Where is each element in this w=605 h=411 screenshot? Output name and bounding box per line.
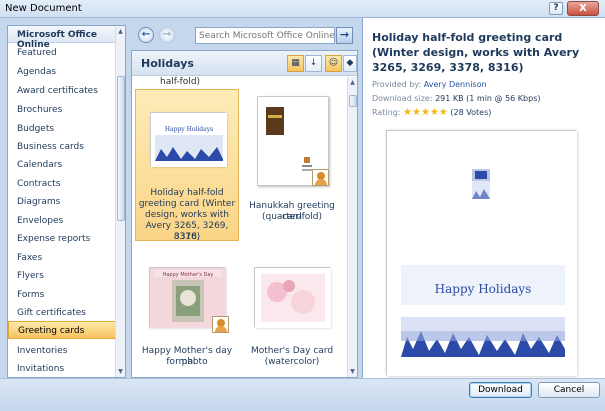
mothers-day-watercolor-thumbnail: [254, 267, 331, 328]
category-item-envelopes[interactable]: Envelopes: [8, 212, 116, 230]
gallery-title: Holidays: [141, 57, 194, 70]
tile-caption: (quarter-fold): [262, 212, 322, 222]
rating-votes: (28 Votes): [450, 108, 492, 117]
provided-by-label: Provided by:: [372, 80, 422, 89]
category-item-brochures[interactable]: Brochures: [8, 101, 116, 119]
rating-row: Rating: ★★★★★ (28 Votes): [372, 107, 491, 118]
category-item-award-certificates[interactable]: Award certificates: [8, 82, 116, 100]
category-panel: Microsoft Office Online Featured Agendas…: [7, 25, 126, 378]
tile-caption: design, works with: [144, 210, 229, 220]
help-button[interactable]: ?: [549, 2, 563, 15]
category-item-gift-certificates[interactable]: Gift certificates: [8, 304, 116, 322]
tile-caption: greeting card (Winter: [138, 199, 236, 209]
template-details-panel: Holiday half-fold greeting card (Winter …: [362, 18, 605, 378]
category-item-calendars[interactable]: Calendars: [8, 156, 116, 174]
holiday-card-thumbnail: Happy Holidays: [150, 112, 227, 167]
scroll-up-arrow-icon[interactable]: ▲: [116, 26, 125, 37]
preview-greeting-text: Happy Holidays: [435, 282, 532, 296]
gallery-content: half-fold) Happy Holidays Holiday half-f…: [132, 77, 346, 377]
window-title: New Document: [5, 3, 82, 14]
category-item-contracts[interactable]: Contracts: [8, 175, 116, 193]
category-item-business-cards[interactable]: Business cards: [8, 138, 116, 156]
download-button[interactable]: Download: [469, 382, 532, 398]
avery-badge-icon: [212, 316, 229, 333]
dialog-footer: Download Cancel: [0, 378, 605, 411]
category-item-featured[interactable]: Featured: [8, 44, 116, 62]
back-button[interactable]: ←: [138, 27, 154, 43]
rating-stars-icon[interactable]: ★★★★★: [403, 107, 448, 118]
category-scroll-thumb[interactable]: [117, 76, 125, 221]
gallery-scrollbar[interactable]: ▲ ▼: [347, 77, 357, 377]
category-scrollbar[interactable]: ▲ ▼: [115, 26, 125, 377]
tile-caption: for photo: [166, 357, 208, 367]
sort-by-provider-icon[interactable]: ◆: [343, 55, 357, 72]
mothers-day-photo-thumbnail: Happy Mother's Day: [149, 267, 229, 333]
template-tile-mothers-day-photo[interactable]: Happy Mother's Day Happy Mother's day ma…: [135, 255, 239, 367]
title-bar: New Document ? X: [0, 0, 605, 18]
template-gallery: Holidays ▦ ↓ ☺ ◆ half-fold) Happy Holida…: [131, 50, 358, 378]
category-item-greeting-cards[interactable]: Greeting cards: [8, 321, 116, 339]
tile-caption: Holiday half-fold: [150, 188, 224, 198]
download-size-label: Download size:: [372, 94, 433, 103]
download-size-row: Download size: 291 KB (1 min @ 56 Kbps): [372, 94, 541, 103]
ornament-graphic: [472, 169, 490, 199]
category-item-budgets[interactable]: Budgets: [8, 120, 116, 138]
holiday-thumb-text: Happy Holidays: [165, 126, 213, 133]
category-item-diagrams[interactable]: Diagrams: [8, 193, 116, 211]
gallery-scroll-thumb[interactable]: [349, 95, 357, 107]
close-button[interactable]: X: [567, 1, 599, 16]
search-go-button[interactable]: →: [336, 27, 353, 44]
scroll-down-arrow-icon[interactable]: ▼: [116, 366, 125, 377]
navigation-bar: ← → Search Microsoft Office Online for →: [131, 25, 358, 47]
avery-badge-icon: [312, 169, 329, 186]
category-item-faxes[interactable]: Faxes: [8, 249, 116, 267]
tile-caption: 8316): [173, 232, 201, 242]
sort-by-rating-icon[interactable]: ☺: [325, 55, 342, 72]
sort-az-icon[interactable]: ↓: [305, 55, 322, 72]
category-item-forms[interactable]: Forms: [8, 286, 116, 304]
category-item-agendas[interactable]: Agendas: [8, 63, 116, 81]
provided-by-row: Provided by: Avery Dennison: [372, 80, 487, 89]
search-input[interactable]: Search Microsoft Office Online for: [195, 27, 335, 44]
cancel-button[interactable]: Cancel: [538, 382, 600, 398]
hanukkah-card-thumbnail: [257, 96, 329, 186]
category-item-expense-reports[interactable]: Expense reports: [8, 230, 116, 248]
provider-link[interactable]: Avery Dennison: [424, 80, 487, 89]
template-tile-holiday-half-fold[interactable]: Happy Holidays Holiday half-fold greetin…: [135, 89, 239, 242]
rating-label: Rating:: [372, 108, 401, 117]
scroll-down-arrow-icon[interactable]: ▼: [348, 366, 357, 377]
gallery-header: Holidays ▦ ↓ ☺ ◆: [132, 51, 357, 76]
partial-template-caption: half-fold): [160, 77, 201, 87]
scroll-up-arrow-icon[interactable]: ▲: [348, 77, 357, 88]
template-tile-hanukkah[interactable]: Hanukkah greeting card (quarter-fold): [240, 89, 344, 229]
download-size-value: 291 KB (1 min @ 56 Kbps): [435, 94, 541, 103]
template-tile-mothers-day-watercolor[interactable]: Mother's Day card (watercolor): [240, 255, 344, 367]
category-heading: Microsoft Office Online: [8, 26, 116, 50]
category-item-invitations[interactable]: Invitations: [8, 360, 116, 377]
forward-button[interactable]: →: [159, 27, 175, 43]
template-preview: Happy Holidays: [386, 130, 577, 376]
category-item-flyers[interactable]: Flyers: [8, 267, 116, 285]
large-icons-view-icon[interactable]: ▦: [287, 55, 304, 72]
template-title: Holiday half-fold greeting card (Winter …: [372, 31, 580, 74]
tile-caption: Mother's Day card: [250, 346, 334, 356]
mothers-day-thumb-text: Happy Mother's Day: [163, 272, 214, 278]
tile-caption: (watercolor): [264, 357, 320, 367]
category-item-inventories[interactable]: Inventories: [8, 342, 116, 360]
